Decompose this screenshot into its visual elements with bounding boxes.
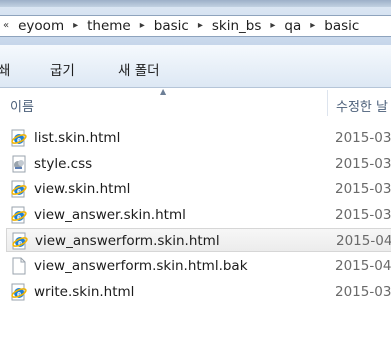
file-name: view_answerform.skin.html xyxy=(35,233,220,250)
html-ie-icon: e xyxy=(10,283,28,301)
file-row[interactable]: view_answerform.skin.html.bak 2015-04- xyxy=(6,254,391,278)
crumb-qa[interactable]: qa xyxy=(279,18,306,34)
file-row[interactable]: e write.skin.html 2015-03- xyxy=(6,280,391,304)
breadcrumb-overflow-icon[interactable]: « xyxy=(0,20,13,31)
chevron-right-icon[interactable]: ▸ xyxy=(306,20,319,31)
file-date: 2015-04- xyxy=(336,233,391,250)
blank-file-icon xyxy=(10,257,28,275)
file-date: 2015-03- xyxy=(335,130,391,146)
file-name: view.skin.html xyxy=(34,181,131,198)
column-header: ▲ 이름 수정한 날 xyxy=(0,87,391,118)
address-bar: « eyoom ▸ theme ▸ basic ▸ skin_bs ▸ qa ▸… xyxy=(0,7,391,45)
file-row[interactable]: e list.skin.html 2015-03- xyxy=(6,126,391,150)
file-name: view_answerform.skin.html.bak xyxy=(34,258,248,274)
file-name: list.skin.html xyxy=(34,130,121,146)
chevron-right-icon[interactable]: ▸ xyxy=(194,20,207,31)
sort-up-icon: ▲ xyxy=(160,87,167,96)
crumb-basic[interactable]: basic xyxy=(149,18,194,34)
file-date: 2015-03- xyxy=(335,206,391,223)
file-name: write.skin.html xyxy=(34,283,135,300)
window-title-strip xyxy=(0,0,391,7)
file-row[interactable]: style.css 2015-03- xyxy=(6,152,391,176)
css-file-icon xyxy=(10,155,28,173)
toolbar-print-button[interactable]: 쇄 xyxy=(0,59,10,79)
html-ie-icon: e xyxy=(11,232,29,250)
html-ie-icon: e xyxy=(10,206,28,224)
crumb-basic-current[interactable]: basic xyxy=(319,18,364,34)
column-name-header[interactable]: 이름 xyxy=(10,96,34,115)
column-date-header[interactable]: 수정한 날 xyxy=(336,96,388,115)
file-date: 2015-03- xyxy=(335,155,391,172)
file-date: 2015-03- xyxy=(335,181,391,198)
crumb-skin-bs[interactable]: skin_bs xyxy=(207,18,267,34)
file-row[interactable]: e view_answerform.skin.html 2015-04- xyxy=(6,228,391,253)
toolbar-burn-button[interactable]: 굽기 xyxy=(50,59,75,79)
file-date: 2015-04- xyxy=(335,258,391,274)
command-toolbar: 쇄 굽기 새 폴더 xyxy=(0,45,391,88)
file-name: view_answer.skin.html xyxy=(34,206,186,223)
crumb-theme[interactable]: theme xyxy=(82,18,136,34)
chevron-right-icon[interactable]: ▸ xyxy=(136,20,149,31)
html-ie-icon: e xyxy=(10,180,28,198)
column-divider[interactable] xyxy=(327,90,328,116)
chevron-right-icon[interactable]: ▸ xyxy=(266,20,279,31)
breadcrumb[interactable]: « eyoom ▸ theme ▸ basic ▸ skin_bs ▸ qa ▸… xyxy=(0,15,391,37)
file-date: 2015-03- xyxy=(335,283,391,300)
new-folder-button[interactable]: 새 폴더 xyxy=(118,59,160,79)
crumb-eyoom[interactable]: eyoom xyxy=(13,18,69,34)
html-ie-icon: e xyxy=(10,129,28,147)
file-name: style.css xyxy=(34,155,93,172)
file-row[interactable]: e view_answer.skin.html 2015-03- xyxy=(6,203,391,227)
file-row[interactable]: e view.skin.html 2015-03- xyxy=(6,177,391,201)
chevron-right-icon[interactable]: ▸ xyxy=(69,20,82,31)
